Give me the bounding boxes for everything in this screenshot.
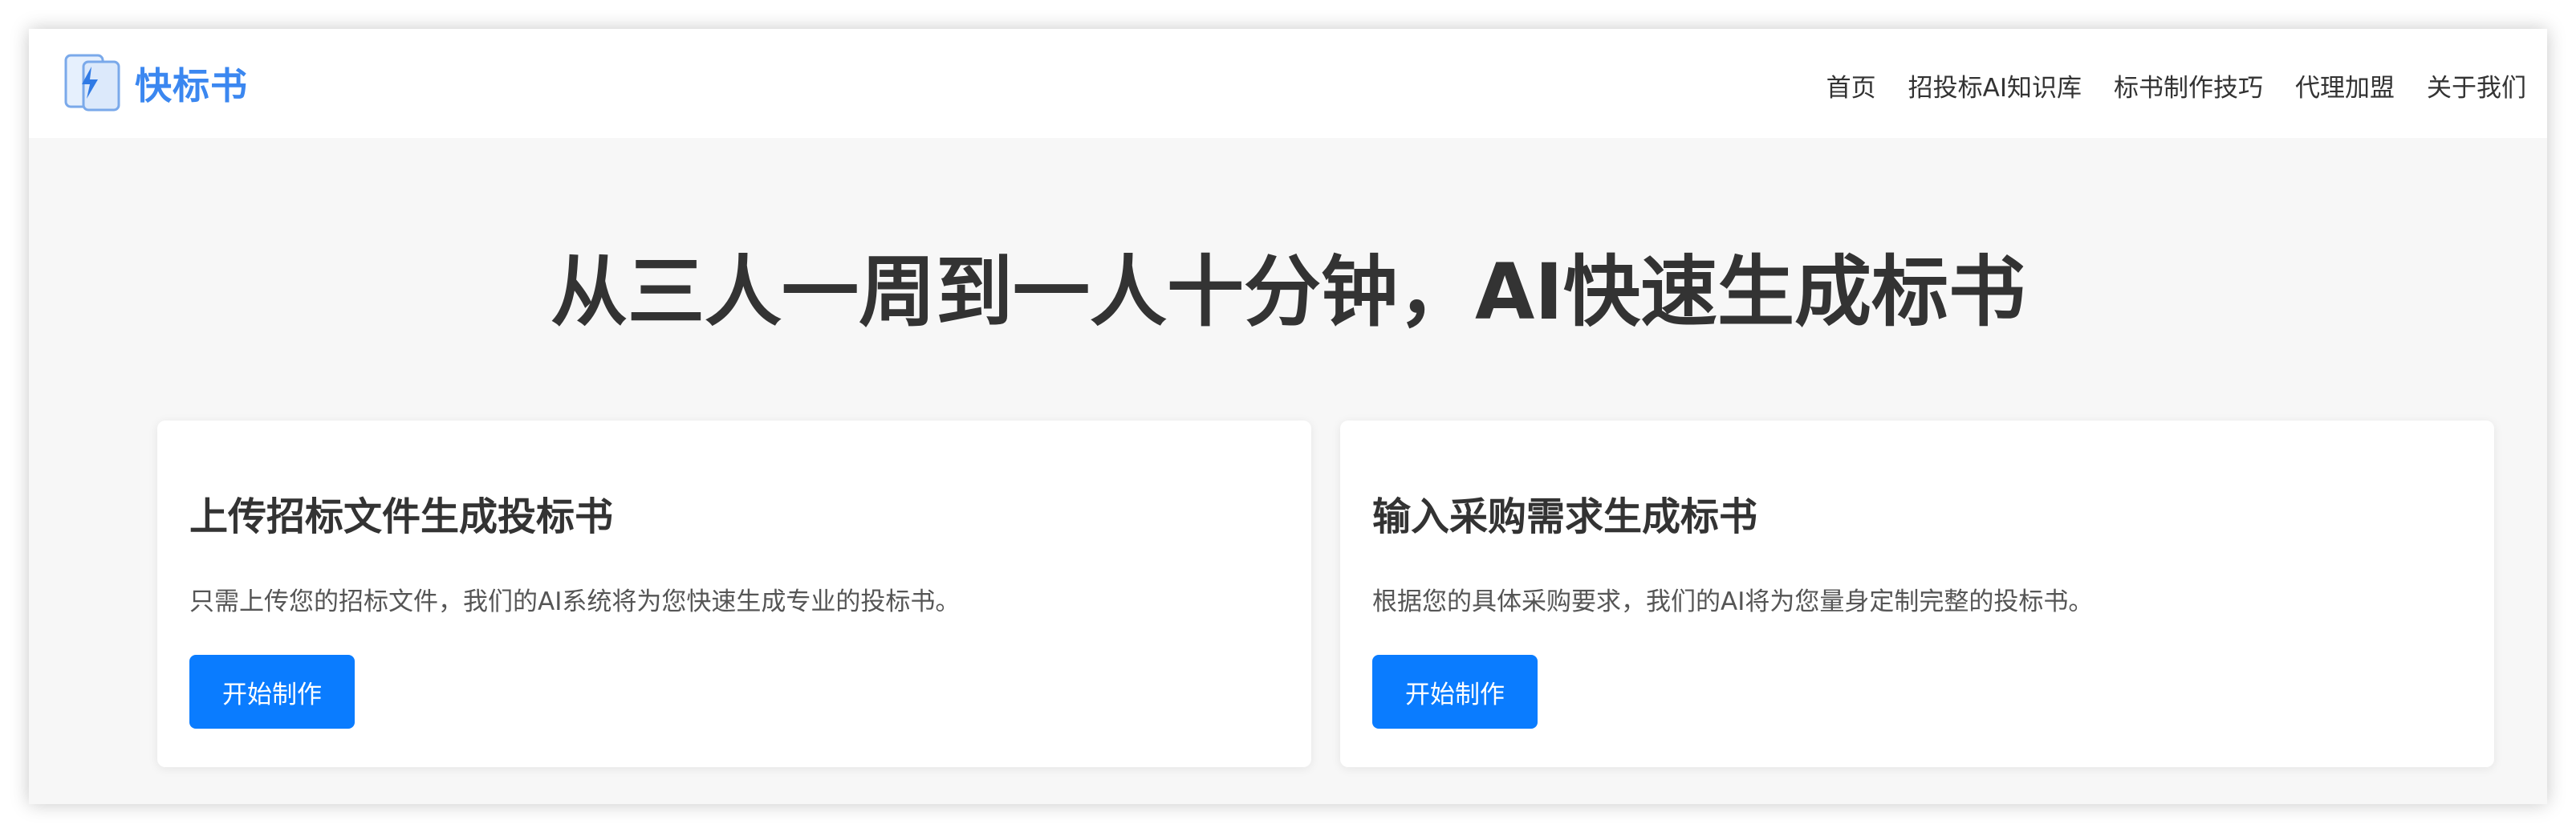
brand-logo[interactable]: 快标书 (59, 47, 248, 120)
nav-item-ai-knowledge-base[interactable]: 招投标AI知识库 (1908, 67, 2082, 104)
card-title: 上传招标文件生成投标书 (189, 494, 614, 539)
start-upload-button[interactable]: 开始制作 (189, 655, 355, 729)
nav-item-agency[interactable]: 代理加盟 (2295, 67, 2395, 104)
browser-window: 快标书 首页 招投标AI知识库 标书制作技巧 代理加盟 关于我们 从三人一周到一… (29, 29, 2547, 804)
nav-item-bid-writing-tips[interactable]: 标书制作技巧 (2114, 67, 2263, 104)
upload-tender-card: 上传招标文件生成投标书 只需上传您的招标文件，我们的AI系统将为您快速生成专业的… (157, 421, 1311, 767)
main-nav: 首页 招投标AI知识库 标书制作技巧 代理加盟 关于我们 (1826, 67, 2526, 104)
nav-item-home[interactable]: 首页 (1826, 67, 1876, 104)
nav-item-about-us[interactable]: 关于我们 (2427, 67, 2526, 104)
brand-name: 快标书 (135, 64, 248, 108)
card-description: 根据您的具体采购要求，我们的AI将为您量身定制完整的投标书。 (1372, 587, 2094, 616)
card-title: 输入采购需求生成标书 (1372, 494, 1758, 539)
hero-title: 从三人一周到一人十分钟，AI快速生成标书 (550, 247, 2025, 337)
start-requirements-button[interactable]: 开始制作 (1372, 655, 1538, 729)
site-header: 快标书 首页 招投标AI知识库 标书制作技巧 代理加盟 关于我们 (29, 29, 2547, 138)
card-description: 只需上传您的招标文件，我们的AI系统将为您快速生成专业的投标书。 (189, 587, 961, 616)
document-lightning-icon (64, 54, 120, 112)
procurement-requirements-card: 输入采购需求生成标书 根据您的具体采购要求，我们的AI将为您量身定制完整的投标书… (1340, 421, 2494, 767)
